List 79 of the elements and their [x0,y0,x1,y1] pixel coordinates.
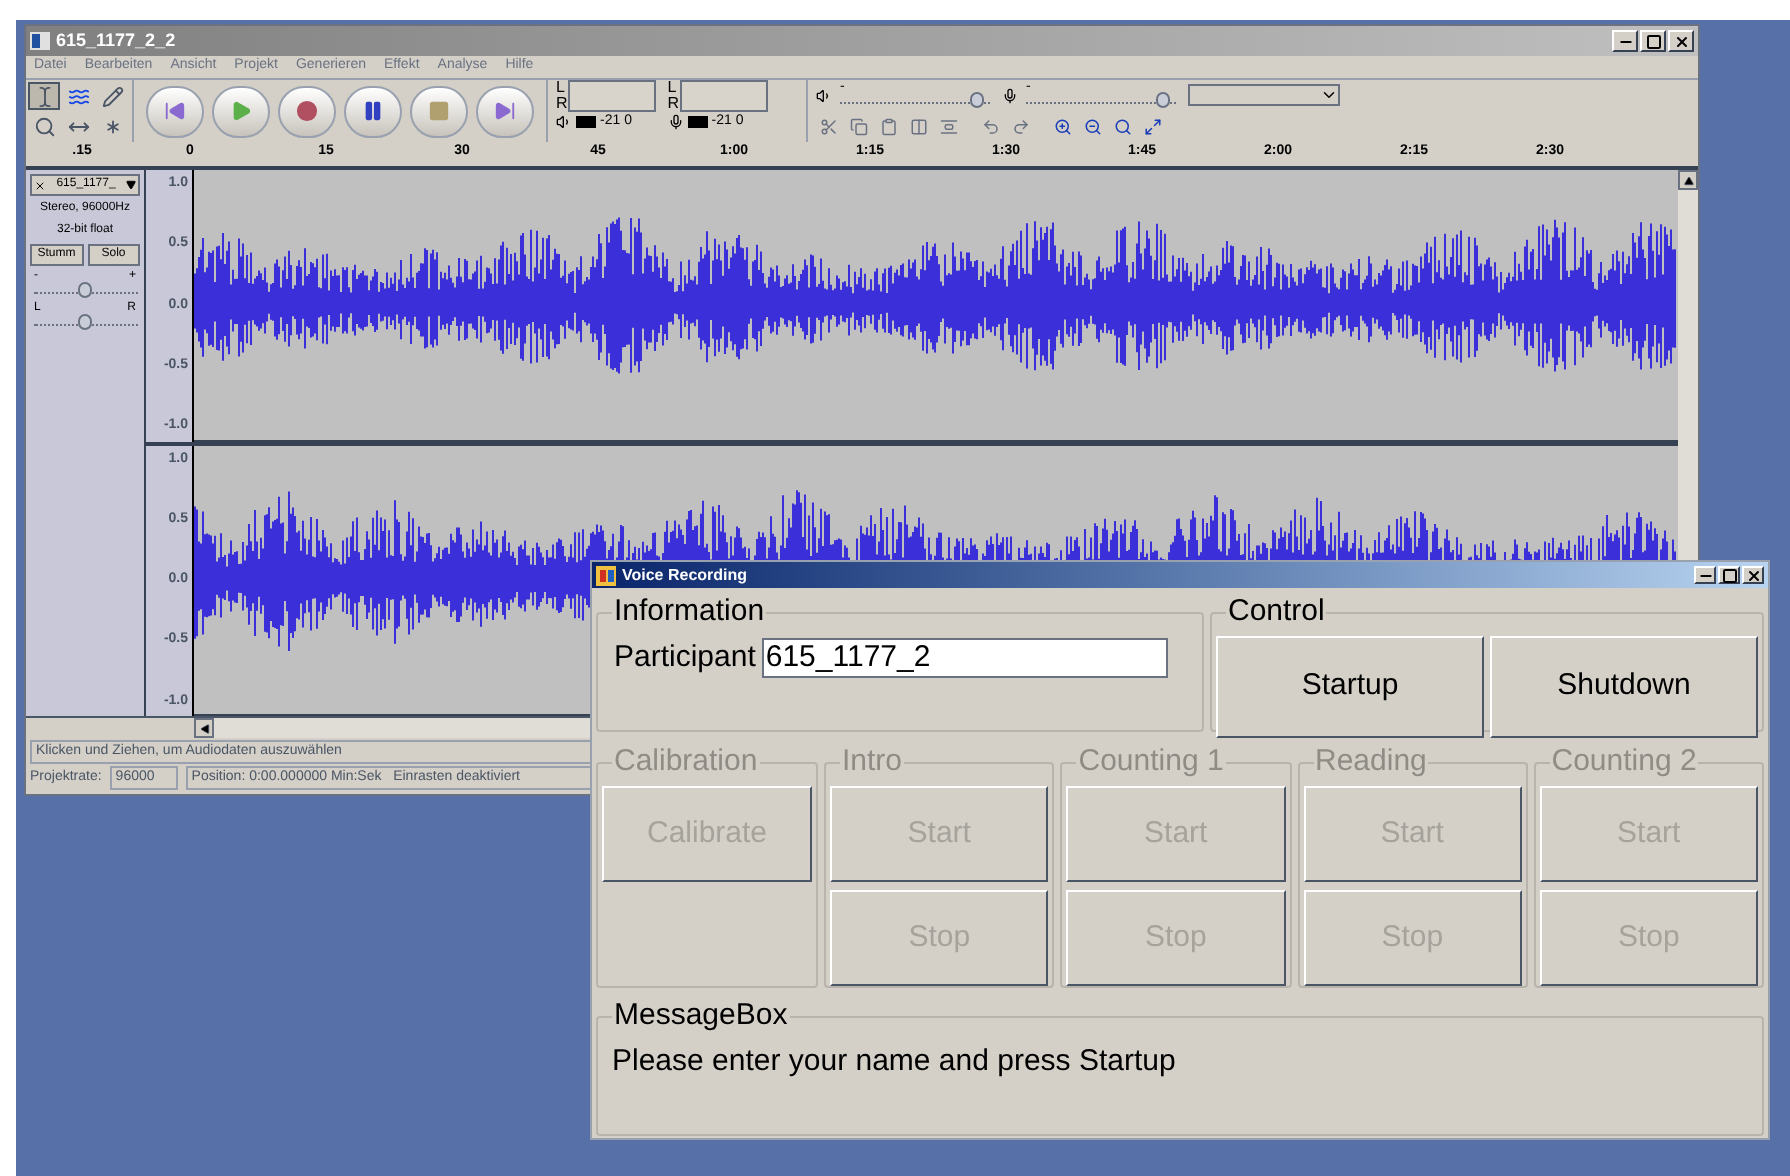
microphone-icon [667,114,684,131]
transport-button[interactable] [476,85,534,137]
group-label: Control [1228,594,1325,628]
close-icon [1673,33,1689,49]
up-arrow-icon [1683,175,1693,185]
level-meter [679,80,768,112]
app-icon [30,32,50,50]
edit-tool-button[interactable] [846,114,870,139]
maximize-button[interactable] [1640,30,1666,52]
action-button[interactable]: Shutdown [1490,636,1758,738]
edit-tool-button[interactable] [978,114,1002,139]
magnifier-icon [33,115,56,137]
edit-tool-button[interactable] [936,114,960,139]
speaker-icon [816,87,832,104]
group-label: MessageBox [614,998,788,1032]
pencil-icon [102,85,125,107]
edit-tool-button[interactable] [1080,114,1104,139]
trim-icon [909,117,927,136]
undo-icon [981,117,999,136]
zoom-fit-icon [1143,117,1161,136]
maximize-icon [1721,567,1737,583]
slider-thumb[interactable] [970,91,984,108]
window-title: 615_1177_2_2 [56,27,176,54]
redo-icon [1011,117,1029,136]
transport-button[interactable] [278,85,336,137]
edit-tool-button[interactable] [1008,114,1032,139]
close-button[interactable] [1668,30,1694,52]
transport-button[interactable] [146,85,204,137]
skip-back-icon [164,100,186,122]
zoom-in-icon [1053,117,1071,136]
close-icon[interactable] [34,179,46,191]
clipboard-icon [879,117,897,136]
scissors-icon [819,117,837,136]
edit-tool-button[interactable] [876,114,900,139]
record-icon [296,100,318,122]
channel-label: L [556,80,567,96]
maximize-icon [1645,33,1661,49]
maximize-button[interactable] [1718,566,1740,584]
participant-field[interactable]: 615_1177_2 [761,638,1168,679]
slider-thumb[interactable] [78,314,92,330]
speaker-icon [556,114,572,131]
group-label: Information [614,594,765,628]
silence-icon [939,117,957,136]
action-button[interactable]: Startup [1216,636,1484,738]
envelope-icon [67,85,90,107]
edit-tool-button[interactable] [906,114,930,139]
close-button[interactable] [1742,566,1764,584]
slider-thumb[interactable] [1156,91,1170,108]
channel-label: R [667,96,680,112]
left-arrow-icon [199,723,209,733]
window-title: Voice Recording [622,563,748,587]
channel-label: R [556,96,568,112]
zoom-out-icon [1083,117,1101,136]
edit-tool-button[interactable] [1110,114,1134,139]
input-source-dropdown[interactable] [1188,84,1340,107]
pause-icon [362,100,384,122]
participant-label: Participant [614,638,756,678]
transport-button[interactable] [344,85,402,137]
microphone-icon [1002,87,1018,104]
tool-button[interactable] [28,82,61,110]
scroll-up-button[interactable] [1678,170,1698,190]
scroll-left-button[interactable] [194,718,214,738]
edit-tool-button[interactable] [1140,114,1164,139]
minimize-button[interactable] [1612,30,1638,52]
edit-tool-button[interactable] [816,114,840,139]
asterisk-icon [102,115,125,137]
close-icon [1745,567,1761,583]
level-meter [567,80,656,112]
copy-icon [849,117,867,136]
channel-label: L [667,80,679,96]
stop-icon [428,100,450,122]
slider-thumb[interactable] [78,282,92,298]
skip-forward-icon [494,100,516,122]
app-icon [596,565,616,585]
minimize-button[interactable] [1694,566,1716,584]
edit-tool-button[interactable] [1050,114,1074,139]
play-icon [230,100,252,122]
magnifier-icon [1113,117,1131,136]
message-text: Please enter your name and press Startup [610,1042,1178,1082]
